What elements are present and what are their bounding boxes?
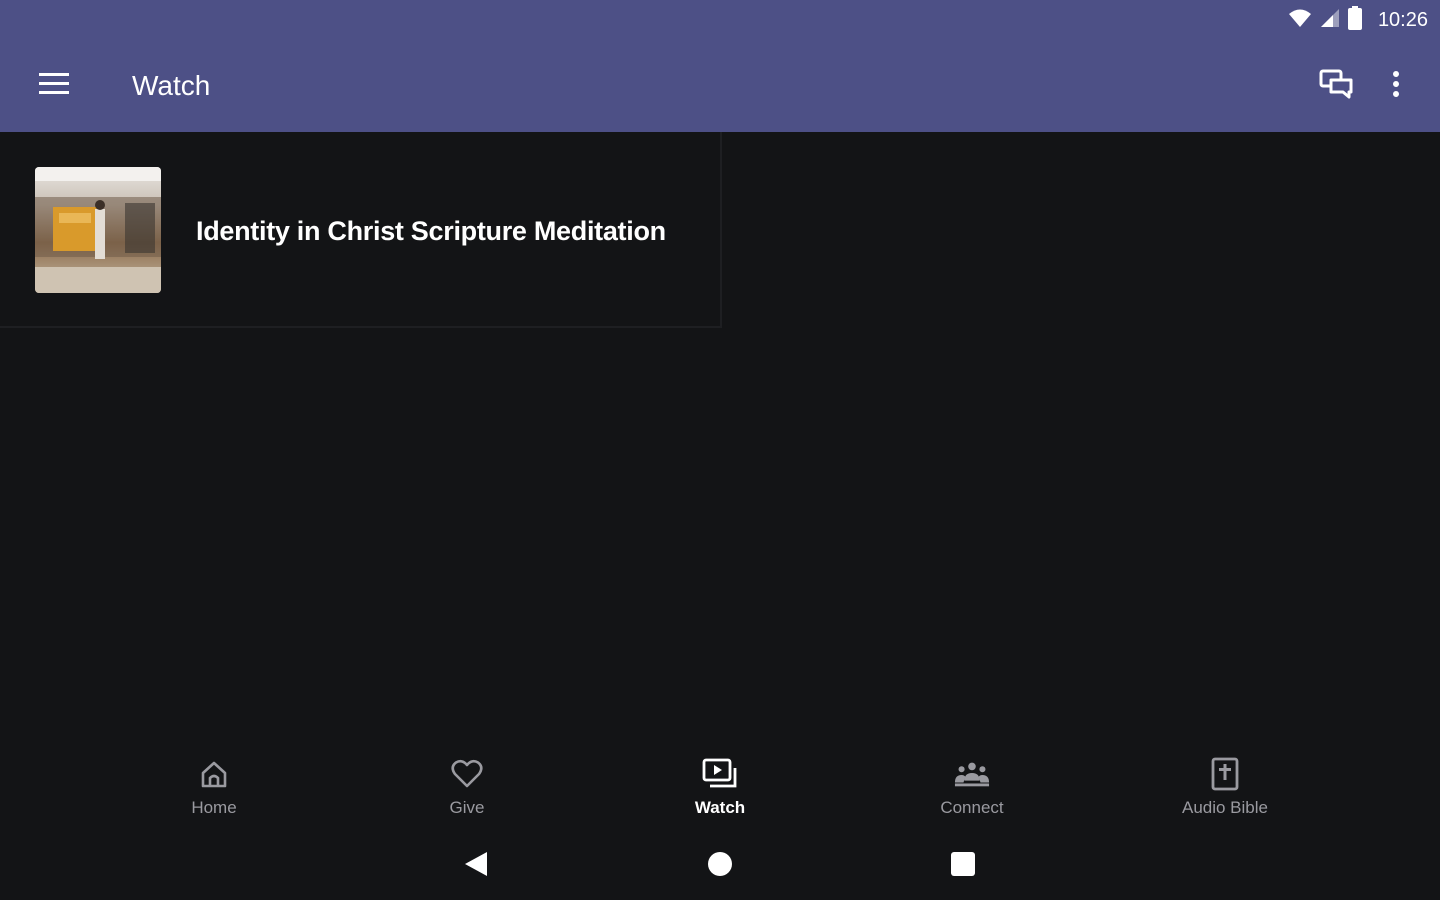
app-bar: Watch xyxy=(0,40,1440,132)
nav-watch-label: Watch xyxy=(694,798,746,817)
video-thumbnail xyxy=(35,167,161,293)
nav-give-label: Give xyxy=(449,798,485,817)
battery-icon xyxy=(1347,5,1362,35)
more-vert-icon xyxy=(1392,70,1400,103)
nav-connect-label: Connect xyxy=(940,798,1004,817)
nav-home-label: Home xyxy=(191,798,237,817)
status-time: 10:26 xyxy=(1377,8,1428,31)
video-list: Identity in Christ Scripture Meditation xyxy=(0,132,1440,732)
system-recents-button[interactable] xyxy=(943,846,983,886)
nav-give[interactable]: Give xyxy=(377,746,557,828)
more-options-button[interactable] xyxy=(1376,64,1416,108)
nav-audio-bible-label: Audio Bible xyxy=(1181,798,1268,817)
nav-home[interactable]: Home xyxy=(124,746,304,828)
list-item[interactable]: Identity in Christ Scripture Meditation xyxy=(0,132,722,328)
hamburger-menu-icon xyxy=(39,72,69,100)
nav-audio-bible[interactable]: Audio Bible xyxy=(1135,746,1315,828)
video-title: Identity in Christ Scripture Meditation xyxy=(196,216,666,246)
hamburger-menu-button[interactable] xyxy=(30,64,78,108)
recents-icon xyxy=(950,851,976,882)
status-bar: 10:26 xyxy=(0,0,1440,40)
back-icon xyxy=(463,850,489,883)
home-circle-icon xyxy=(707,851,733,882)
bottom-navigation: Home Give Watch Connect Audio Bible xyxy=(0,746,1440,828)
group-icon xyxy=(954,756,990,792)
heart-icon xyxy=(449,756,485,792)
app-screen: 10:26 Watch Identity in Christ Scripture… xyxy=(0,0,1440,900)
system-navigation-bar xyxy=(0,832,1440,900)
wifi-icon xyxy=(1288,8,1312,33)
home-icon xyxy=(196,756,232,792)
status-icons: 10:26 xyxy=(1288,5,1428,35)
video-library-icon xyxy=(702,756,738,792)
nav-watch[interactable]: Watch xyxy=(630,746,810,828)
cell-signal-icon xyxy=(1320,8,1340,33)
page-title: Watch xyxy=(132,70,211,101)
system-home-button[interactable] xyxy=(700,846,740,886)
bible-icon xyxy=(1207,756,1243,792)
chat-icon xyxy=(1319,69,1353,104)
chat-button[interactable] xyxy=(1312,64,1360,108)
system-back-button[interactable] xyxy=(456,846,496,886)
nav-connect[interactable]: Connect xyxy=(882,746,1062,828)
